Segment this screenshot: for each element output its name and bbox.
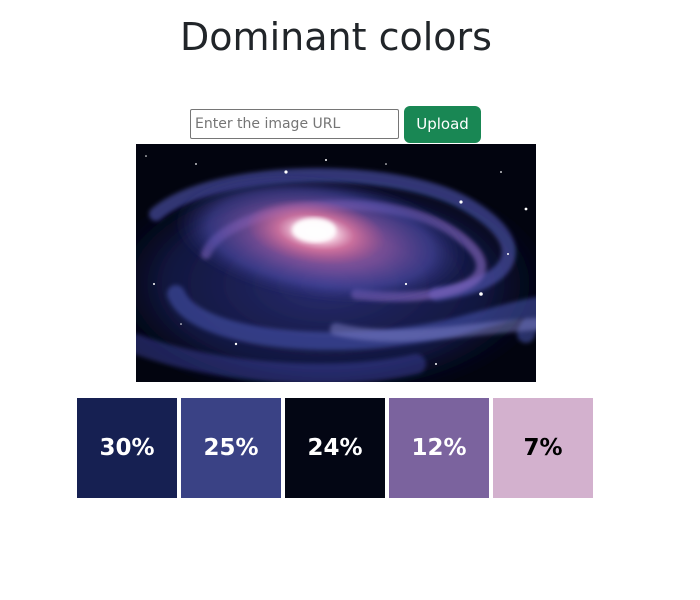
- color-swatch: 25%: [181, 398, 281, 498]
- swatch-percentage: 7%: [523, 435, 563, 461]
- color-swatch: 24%: [285, 398, 385, 498]
- color-swatch: 12%: [389, 398, 489, 498]
- color-swatches: 30% 25% 24% 12% 7%: [77, 398, 593, 498]
- upload-button[interactable]: Upload: [404, 105, 481, 143]
- swatch-percentage: 24%: [307, 435, 363, 461]
- page-title: Dominant colors: [180, 15, 492, 59]
- image-url-input[interactable]: [190, 109, 399, 139]
- swatch-percentage: 12%: [411, 435, 467, 461]
- color-swatch: 30%: [77, 398, 177, 498]
- swatch-percentage: 30%: [99, 435, 155, 461]
- galaxy-image: [136, 144, 536, 382]
- upload-form: Upload: [190, 105, 481, 143]
- swatch-percentage: 25%: [203, 435, 259, 461]
- color-swatch: 7%: [493, 398, 593, 498]
